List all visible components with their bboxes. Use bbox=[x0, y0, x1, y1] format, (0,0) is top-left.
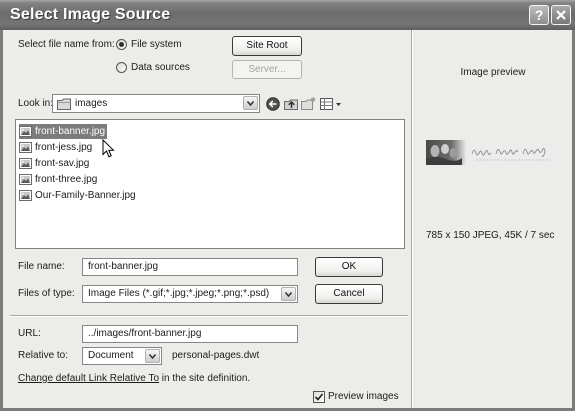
file-list-item-label: front-banner.jpg bbox=[35, 126, 106, 137]
chevron-down-icon bbox=[285, 291, 292, 297]
file-list[interactable]: front-banner.jpg front-jess.jpg front-sa… bbox=[15, 119, 405, 249]
file-list-item-label: front-jess.jpg bbox=[35, 142, 93, 153]
file-list-item[interactable]: front-jess.jpg bbox=[19, 140, 94, 155]
change-default-link[interactable]: Change default Link Relative To bbox=[18, 373, 159, 384]
back-button[interactable] bbox=[266, 96, 280, 112]
chevron-down-icon bbox=[247, 100, 254, 106]
radio-data-sources-label[interactable]: Data sources bbox=[131, 62, 190, 74]
image-info: 785 x 150 JPEG, 45K / 7 sec bbox=[426, 230, 555, 241]
radio-file-system[interactable] bbox=[116, 39, 127, 50]
look-in-value: images bbox=[75, 98, 108, 109]
relative-to-label: Relative to: bbox=[18, 350, 69, 361]
cancel-button[interactable]: Cancel bbox=[315, 284, 383, 304]
close-button[interactable] bbox=[551, 5, 571, 25]
files-of-type-value: Image Files (*.gif;*.jpg;*.jpeg;*.png;*.… bbox=[88, 288, 270, 299]
preview-images-checkbox[interactable] bbox=[313, 391, 325, 403]
files-of-type-label: Files of type: bbox=[18, 288, 75, 299]
files-of-type-dropdown-button[interactable] bbox=[281, 287, 296, 301]
chevron-down-icon bbox=[149, 353, 156, 359]
new-folder-button[interactable] bbox=[301, 96, 316, 112]
ok-button[interactable]: OK bbox=[315, 257, 383, 277]
file-list-item-label: front-sav.jpg bbox=[35, 158, 90, 169]
image-preview-heading: Image preview bbox=[460, 67, 526, 78]
server-button[interactable]: Server... bbox=[232, 60, 302, 79]
panel-divider bbox=[411, 30, 413, 408]
dialog-title: Select Image Source bbox=[10, 6, 171, 23]
radio-file-system-label[interactable]: File system bbox=[131, 39, 182, 51]
look-in-dropdown-button[interactable] bbox=[243, 96, 258, 110]
site-root-button[interactable]: Site Root bbox=[232, 36, 302, 56]
file-list-item[interactable]: front-sav.jpg bbox=[19, 156, 91, 171]
mouse-cursor bbox=[102, 139, 115, 158]
back-arrow-icon bbox=[266, 97, 280, 111]
file-list-item[interactable]: front-three.jpg bbox=[19, 172, 99, 187]
jpg-file-icon bbox=[19, 142, 32, 153]
new-folder-icon bbox=[301, 97, 316, 110]
view-menu-icon bbox=[320, 97, 341, 110]
url-label: URL: bbox=[18, 328, 41, 339]
url-input[interactable]: ../images/front-banner.jpg bbox=[82, 325, 298, 343]
file-list-item[interactable]: front-banner.jpg bbox=[19, 124, 108, 139]
look-in-label: Look in: bbox=[18, 98, 54, 109]
jpg-file-icon bbox=[19, 190, 32, 201]
jpg-file-icon bbox=[19, 126, 32, 137]
preview-images-label[interactable]: Preview images bbox=[328, 391, 399, 403]
separator bbox=[10, 315, 408, 317]
files-of-type-select[interactable]: Image Files (*.gif;*.jpg;*.jpeg;*.png;*.… bbox=[82, 285, 298, 303]
select-source-label: Select file name from: bbox=[18, 39, 115, 50]
file-list-item[interactable]: Our-Family-Banner.jpg bbox=[19, 188, 138, 203]
file-list-item-label: Our-Family-Banner.jpg bbox=[35, 190, 136, 201]
image-preview-thumbnail bbox=[426, 140, 559, 165]
file-list-item-label: front-three.jpg bbox=[35, 174, 98, 185]
up-one-level-button[interactable] bbox=[284, 96, 299, 112]
site-definition-note: Change default Link Relative To in the s… bbox=[18, 373, 250, 385]
relative-to-dropdown-button[interactable] bbox=[145, 349, 160, 363]
up-folder-icon bbox=[284, 99, 298, 110]
file-name-label: File name: bbox=[18, 261, 65, 272]
folder-icon bbox=[57, 98, 71, 110]
file-name-input[interactable]: front-banner.jpg bbox=[82, 258, 298, 276]
radio-data-sources[interactable] bbox=[116, 62, 127, 73]
look-in-dropdown[interactable]: images bbox=[52, 94, 260, 113]
help-button[interactable]: ? bbox=[529, 5, 549, 25]
jpg-file-icon bbox=[19, 158, 32, 169]
jpg-file-icon bbox=[19, 174, 32, 185]
relative-to-value: Document bbox=[88, 350, 134, 361]
view-menu-button[interactable] bbox=[320, 96, 344, 112]
relative-to-select[interactable]: Document bbox=[82, 347, 162, 365]
checkmark-icon bbox=[314, 393, 324, 401]
close-icon bbox=[556, 10, 566, 20]
relative-document-name: personal-pages.dwt bbox=[172, 350, 260, 361]
site-definition-note-text: in the site definition. bbox=[159, 373, 251, 384]
